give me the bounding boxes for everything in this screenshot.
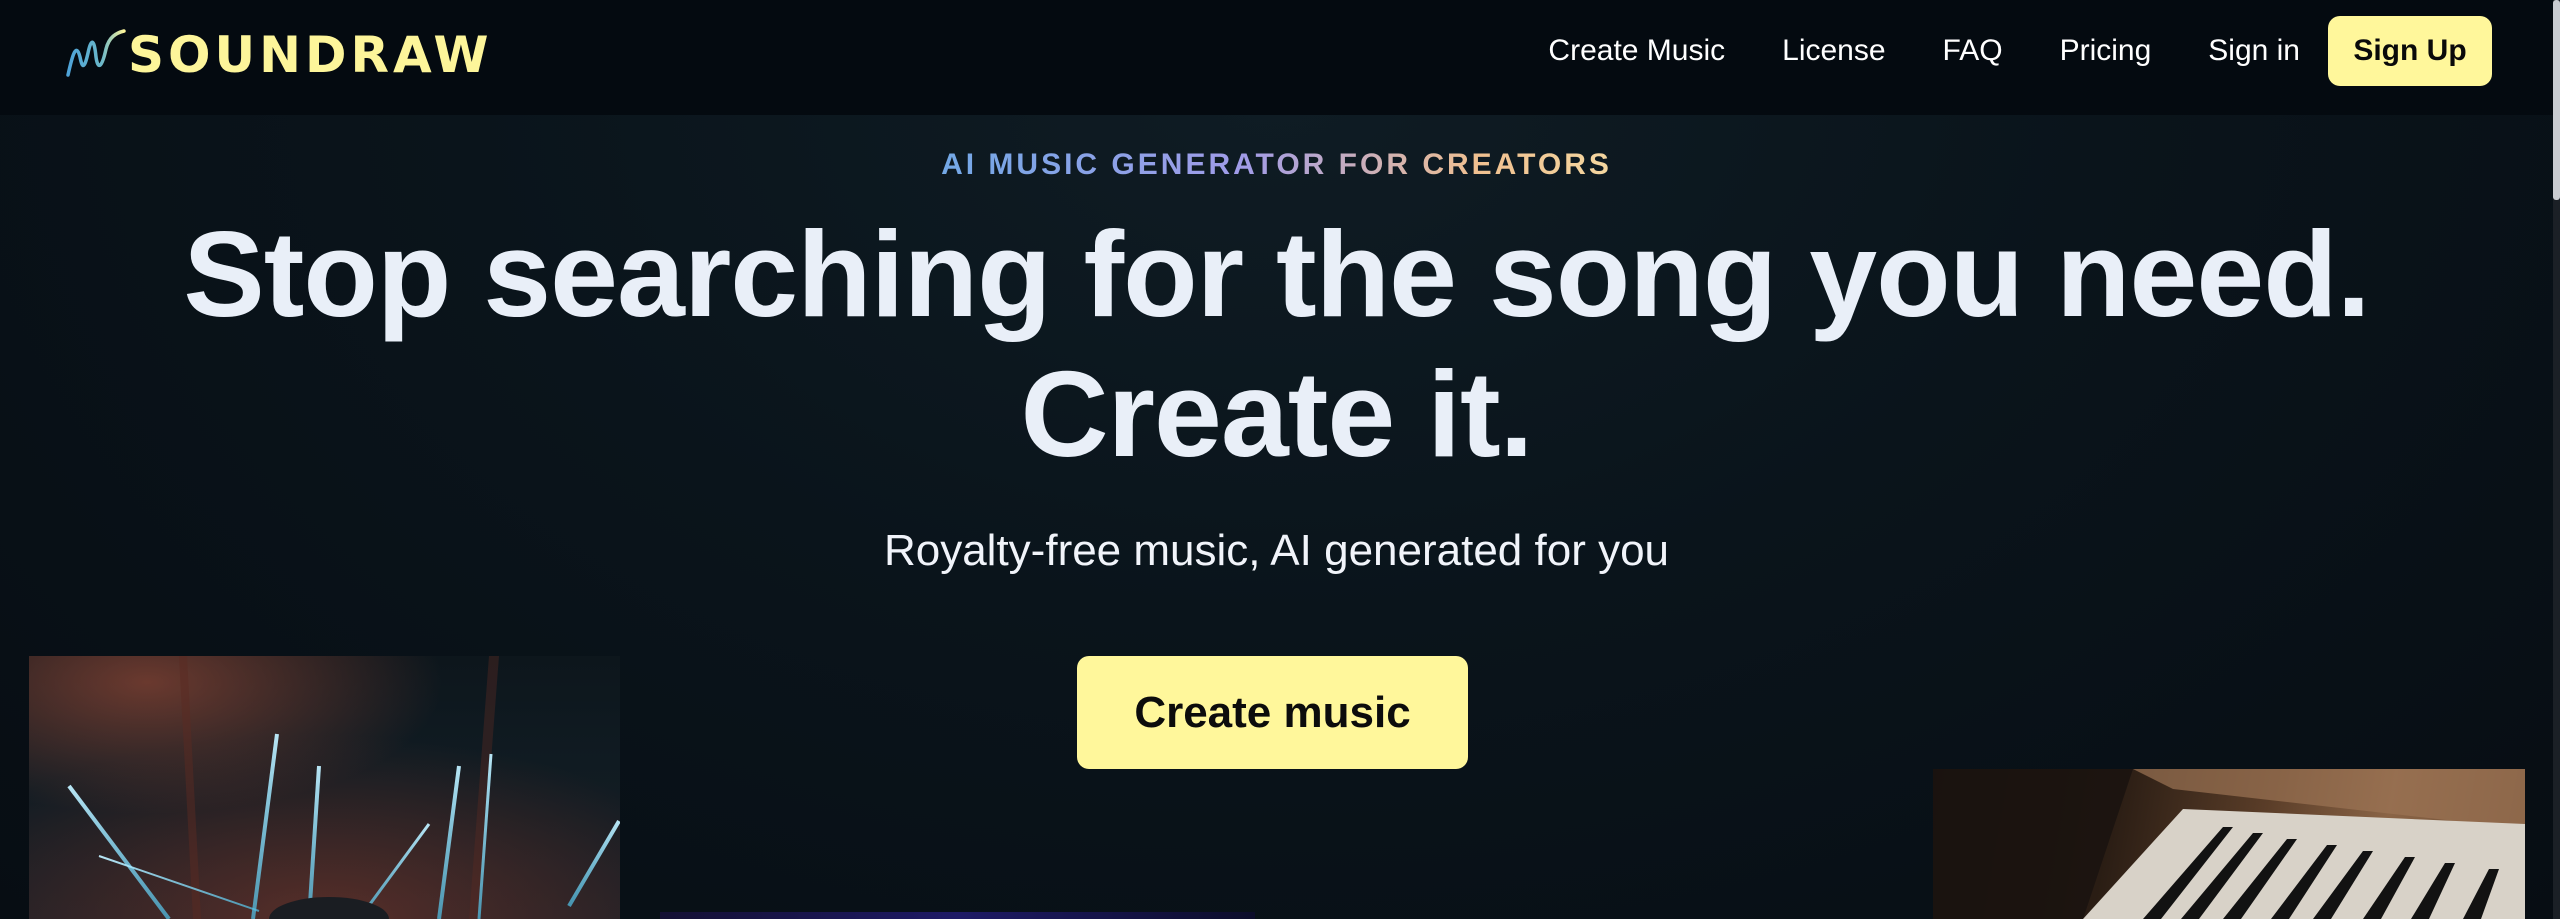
hero-headline: Stop searching for the song you need. Cr… [0,204,2553,484]
create-music-button[interactable]: Create music [1077,656,1468,769]
nav-sign-in[interactable]: Sign in [2208,34,2300,68]
main-nav: Create Music License FAQ Pricing Sign in… [1548,16,2492,86]
nav-create-music[interactable]: Create Music [1548,34,1725,68]
headline-line-1: Stop searching for the song you need. [183,206,2370,342]
hero-eyebrow-text: AI MUSIC GENERATOR FOR CREATORS [941,148,1612,181]
nav-license[interactable]: License [1782,34,1885,68]
sign-up-button[interactable]: Sign Up [2328,16,2492,86]
soundwave-logo-icon [66,29,126,77]
scrollbar-thumb[interactable] [2553,0,2560,200]
soundraw-logo[interactable]: SOUNDRAW [66,26,493,84]
page-scrollbar[interactable] [2553,0,2560,919]
hero-subheading: Royalty-free music, AI generated for you [883,526,1670,575]
nav-pricing[interactable]: Pricing [2060,34,2152,68]
logo-wordmark: SOUNDRAW [128,26,493,84]
headline-line-2: Create it. [1020,346,1533,482]
piano-image [1933,769,2525,919]
abstract-image [660,912,1255,919]
nav-faq[interactable]: FAQ [1943,34,2003,68]
concert-stage-image [29,656,620,919]
stage-lights-illustration [29,656,620,919]
piano-keys-illustration [1933,769,2525,919]
hero-eyebrow: AI MUSIC GENERATOR FOR CREATORS [0,148,2553,182]
top-navbar: SOUNDRAW Create Music License FAQ Pricin… [0,0,2553,115]
